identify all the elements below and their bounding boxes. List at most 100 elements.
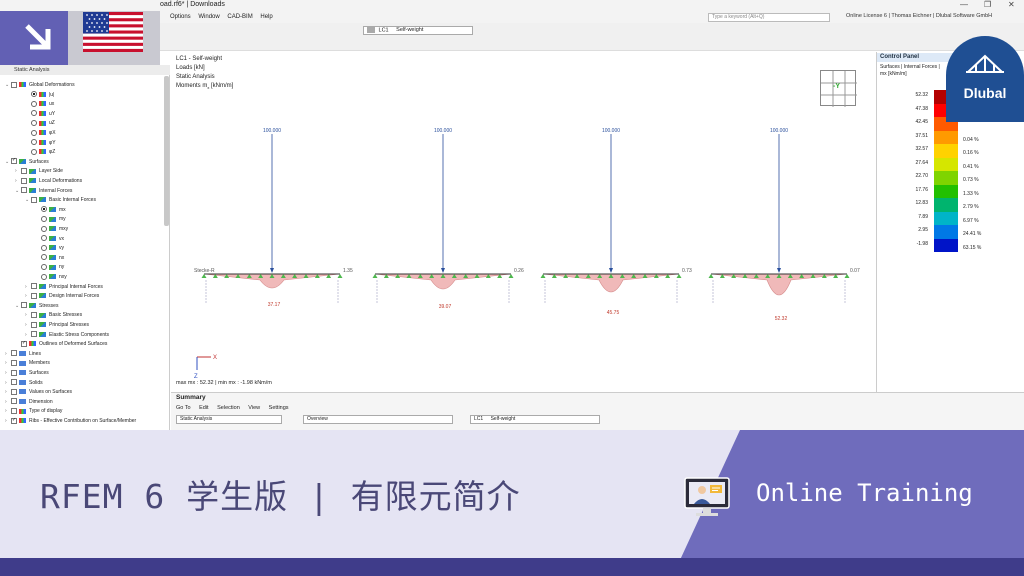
navigator-item[interactable]: vx	[35, 235, 64, 245]
checkbox[interactable]	[11, 398, 17, 405]
navigator-item[interactable]: › Type of display	[5, 407, 62, 417]
summary-menu-view[interactable]: View	[248, 405, 260, 411]
radio-button[interactable]	[31, 148, 37, 155]
checkbox[interactable]	[11, 379, 17, 386]
summary-overview-select[interactable]: Overview	[303, 415, 453, 424]
checkbox[interactable]	[31, 292, 37, 299]
navigator-item[interactable]: mx	[35, 206, 66, 216]
legend-value: 37.51	[915, 132, 928, 139]
summary-menu-edit[interactable]: Edit	[199, 405, 208, 411]
checkbox[interactable]	[31, 331, 37, 338]
navigator-item[interactable]: ⌄ Internal Forces	[15, 187, 72, 197]
license-info: Online License 6 | Thomas Eichner | Dlub…	[846, 13, 993, 19]
navigator-item-label: Surfaces	[29, 370, 49, 376]
menu-window[interactable]: Window	[198, 11, 219, 23]
navigator-item[interactable]: φX	[25, 129, 56, 139]
navigator-item[interactable]: nx	[35, 254, 64, 264]
checkbox[interactable]	[21, 168, 27, 175]
navigator-item[interactable]: mxy	[35, 225, 68, 235]
navigator-item[interactable]: › Members	[5, 359, 50, 369]
checkbox[interactable]	[21, 302, 27, 309]
navigator-item[interactable]: ⌄Surfaces	[5, 158, 49, 168]
checkbox[interactable]	[21, 177, 27, 184]
menu-cad-bim[interactable]: CAD-BIM	[227, 11, 252, 23]
checkbox[interactable]	[31, 283, 37, 290]
radio-button[interactable]	[31, 129, 37, 136]
checkbox[interactable]	[11, 369, 17, 376]
navigator-item[interactable]: › Values on Surfaces	[5, 388, 72, 398]
radio-button[interactable]	[31, 91, 37, 98]
navigator-item[interactable]: › Design Internal Forces	[25, 292, 99, 302]
navigator-item[interactable]: |u|	[25, 91, 54, 101]
load-value-label: 100.000	[770, 128, 788, 134]
legend-swatch	[934, 144, 958, 158]
menu-options[interactable]: Options	[170, 11, 191, 23]
result-type-icon	[39, 149, 46, 155]
navigator-item[interactable]: › Local Deformations	[15, 177, 82, 187]
checkbox[interactable]	[11, 158, 17, 165]
navigator-item[interactable]: vy	[35, 244, 64, 254]
navigator-item[interactable]: Outlines of Deformed Surfaces	[15, 340, 107, 350]
checkbox[interactable]	[31, 312, 37, 319]
navigator-item[interactable]: › Elastic Stress Components	[25, 331, 109, 341]
radio-button[interactable]	[41, 264, 47, 271]
checkbox[interactable]	[11, 417, 17, 424]
radio-button[interactable]	[41, 254, 47, 261]
summary-menu-settings[interactable]: Settings	[269, 405, 289, 411]
radio-button[interactable]	[31, 100, 37, 107]
navigator-item-label: nxy	[59, 274, 67, 280]
summary-menu-selection[interactable]: Selection	[217, 405, 240, 411]
navigator-item[interactable]: › Principal Stresses	[25, 321, 89, 331]
navigator-item[interactable]: ⌄ Global Deformations	[5, 81, 75, 91]
navigator-item-label: Internal Forces	[39, 187, 73, 194]
navigator-item[interactable]: › Surfaces	[5, 369, 49, 379]
load-arrowhead	[609, 268, 613, 273]
load-case-select[interactable]: LC1 Self-weight	[363, 26, 473, 35]
checkbox[interactable]	[11, 388, 17, 395]
checkbox[interactable]	[31, 196, 37, 203]
checkbox[interactable]	[21, 187, 27, 194]
radio-button[interactable]	[41, 244, 47, 251]
navigator-item[interactable]: nxy	[35, 273, 67, 283]
radio-button[interactable]	[41, 273, 47, 280]
radio-button[interactable]	[41, 235, 47, 242]
radio-button[interactable]	[31, 110, 37, 117]
checkbox[interactable]	[11, 408, 17, 415]
navigator-item[interactable]: my	[35, 215, 66, 225]
checkbox[interactable]	[21, 340, 27, 347]
navigator-item[interactable]: uZ	[25, 119, 55, 129]
navigator-item[interactable]: uY	[25, 110, 55, 120]
navigator-item[interactable]: › Layer Side	[15, 167, 63, 177]
checkbox[interactable]	[31, 321, 37, 328]
navigator-item[interactable]: › Principal Internal Forces	[25, 283, 103, 293]
checkbox[interactable]	[11, 360, 17, 367]
navigator-item[interactable]: › Lines	[5, 350, 41, 360]
radio-button[interactable]	[41, 216, 47, 223]
navigator-item[interactable]: ux	[25, 100, 54, 110]
radio-button[interactable]	[41, 225, 47, 232]
checkbox[interactable]	[11, 350, 17, 357]
navigator-scrollbar[interactable]	[164, 76, 169, 226]
navigator-item[interactable]: φZ	[25, 148, 55, 158]
minimize-icon[interactable]: —	[960, 0, 968, 9]
navigator-item[interactable]: ⌄ Stresses	[15, 302, 58, 312]
summary-loadcase-select[interactable]: LC1 Self-weight	[470, 415, 600, 424]
navigator-item[interactable]: ⌄ Basic Internal Forces	[25, 196, 96, 206]
close-icon[interactable]: ✕	[1008, 0, 1015, 9]
summary-panel	[171, 392, 1024, 430]
radio-button[interactable]	[31, 139, 37, 146]
radio-button[interactable]	[41, 206, 47, 213]
search-input[interactable]: Type a keyword (Alt+Q)	[708, 13, 830, 22]
radio-button[interactable]	[31, 120, 37, 127]
navigator-item[interactable]: φY	[25, 139, 56, 149]
summary-menu-goto[interactable]: Go To	[176, 405, 191, 411]
navigator-item[interactable]: › Basic Stresses	[25, 311, 82, 321]
navigator-item[interactable]: ›Ribs - Effective Contribution on Surfac…	[5, 417, 136, 427]
checkbox[interactable]	[11, 81, 17, 88]
navigator-item[interactable]: ny	[35, 263, 64, 273]
summary-analysis-select[interactable]: Static Analysis	[176, 415, 282, 424]
navigator-item[interactable]: › Solids	[5, 379, 43, 389]
restore-icon[interactable]: ❐	[984, 0, 991, 9]
navigator-item[interactable]: › Dimension	[5, 398, 53, 408]
menu-help[interactable]: Help	[260, 11, 272, 23]
